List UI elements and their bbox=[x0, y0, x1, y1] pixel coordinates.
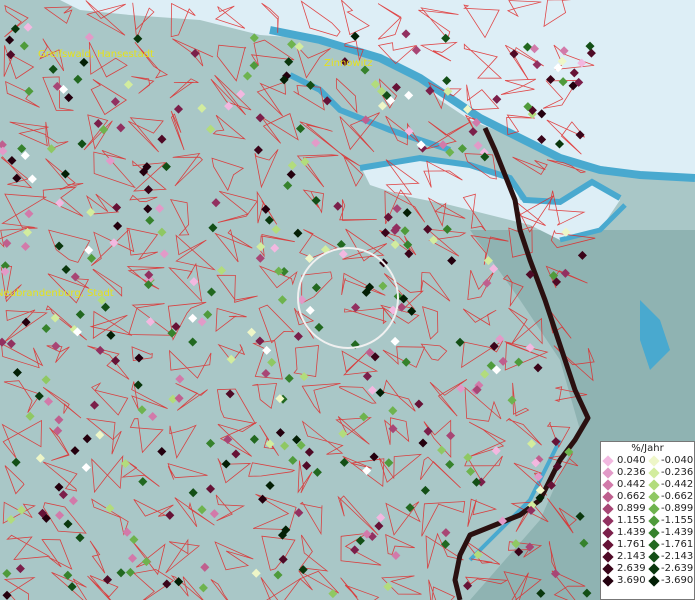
legend-row: 0.442 -0.442 bbox=[601, 479, 694, 491]
legend-value-positive: 1.439 bbox=[617, 527, 646, 538]
legend-value-positive: 1.155 bbox=[617, 515, 646, 526]
legend-swatch-positive bbox=[602, 515, 614, 527]
legend-swatch-positive bbox=[602, 575, 614, 587]
legend-row: 0.899 -0.899 bbox=[601, 503, 694, 515]
legend-swatch-positive bbox=[602, 479, 614, 491]
legend-value-positive: 2.143 bbox=[617, 551, 646, 562]
legend-row: 1.761 -1.761 bbox=[601, 539, 694, 551]
legend-row: 0.040 -0.040 bbox=[601, 455, 694, 467]
legend-swatch-positive bbox=[602, 467, 614, 479]
legend-row: 1.155 -1.155 bbox=[601, 515, 694, 527]
legend-value-positive: 2.639 bbox=[617, 563, 646, 574]
legend-swatch-positive bbox=[602, 551, 614, 563]
legend-row: 0.662 -0.662 bbox=[601, 491, 694, 503]
place-label-neubrandenburg[interactable]: Neubrandenburg, Stadt bbox=[0, 288, 114, 299]
legend-value-negative: -2.143 bbox=[661, 551, 694, 562]
legend-swatch-negative bbox=[648, 503, 660, 515]
legend-swatch-positive bbox=[602, 503, 614, 515]
legend-value-positive: 0.899 bbox=[617, 503, 646, 514]
legend-panel: %/Jahr 0.040 -0.040 0.236 -0.236 0.442 -0.442… bbox=[600, 441, 695, 600]
legend-value-negative: -0.040 bbox=[661, 455, 694, 466]
map-canvas[interactable]: Greifswald, Hansestadt Zinnowitz Neubran… bbox=[0, 0, 695, 600]
legend-value-negative: -3.690 bbox=[661, 575, 694, 586]
legend-value-negative: -1.155 bbox=[661, 515, 694, 526]
legend-value-positive: 0.236 bbox=[617, 467, 646, 478]
legend-row: 2.143 -2.143 bbox=[601, 551, 694, 563]
legend-title: %/Jahr bbox=[631, 443, 664, 454]
legend-row: 0.236 -0.236 bbox=[601, 467, 694, 479]
legend-value-negative: -0.662 bbox=[661, 491, 694, 502]
legend-swatch-negative bbox=[648, 551, 660, 563]
legend-swatch-positive bbox=[602, 539, 614, 551]
place-label-greifswald[interactable]: Greifswald, Hansestadt bbox=[38, 49, 154, 60]
legend-row: 1.439 -1.439 bbox=[601, 527, 694, 539]
legend-swatch-negative bbox=[648, 491, 660, 503]
legend-value-positive: 3.690 bbox=[617, 575, 646, 586]
legend-swatch-negative bbox=[648, 527, 660, 539]
legend-swatch-positive bbox=[602, 527, 614, 539]
legend-value-negative: -0.899 bbox=[661, 503, 694, 514]
legend-row: 2.639 -2.639 bbox=[601, 563, 694, 575]
legend-swatch-negative bbox=[648, 515, 660, 527]
legend-value-negative: -0.236 bbox=[661, 467, 694, 478]
legend-value-positive: 0.040 bbox=[617, 455, 646, 466]
legend-swatch-positive bbox=[602, 563, 614, 575]
place-label-zinnowitz[interactable]: Zinnowitz bbox=[324, 58, 373, 69]
legend-row: 3.690 -3.690 bbox=[601, 575, 694, 587]
legend-value-negative: -2.639 bbox=[661, 563, 694, 574]
legend-value-negative: -1.761 bbox=[661, 539, 694, 550]
legend-swatch-negative bbox=[648, 479, 660, 491]
legend-swatch-negative bbox=[648, 563, 660, 575]
legend-swatch-positive bbox=[602, 491, 614, 503]
legend-value-positive: 0.442 bbox=[617, 479, 646, 490]
legend-swatch-negative bbox=[648, 575, 660, 587]
legend-swatch-negative bbox=[648, 539, 660, 551]
legend-rows: 0.040 -0.040 0.236 -0.236 0.442 -0.442 0.662 -0… bbox=[601, 455, 694, 587]
legend-swatch-negative bbox=[648, 455, 660, 467]
legend-value-positive: 1.761 bbox=[617, 539, 646, 550]
legend-swatch-positive bbox=[602, 455, 614, 467]
legend-value-negative: -0.442 bbox=[661, 479, 694, 490]
legend-value-negative: -1.439 bbox=[661, 527, 694, 538]
legend-swatch-negative bbox=[648, 467, 660, 479]
legend-value-positive: 0.662 bbox=[617, 491, 646, 502]
